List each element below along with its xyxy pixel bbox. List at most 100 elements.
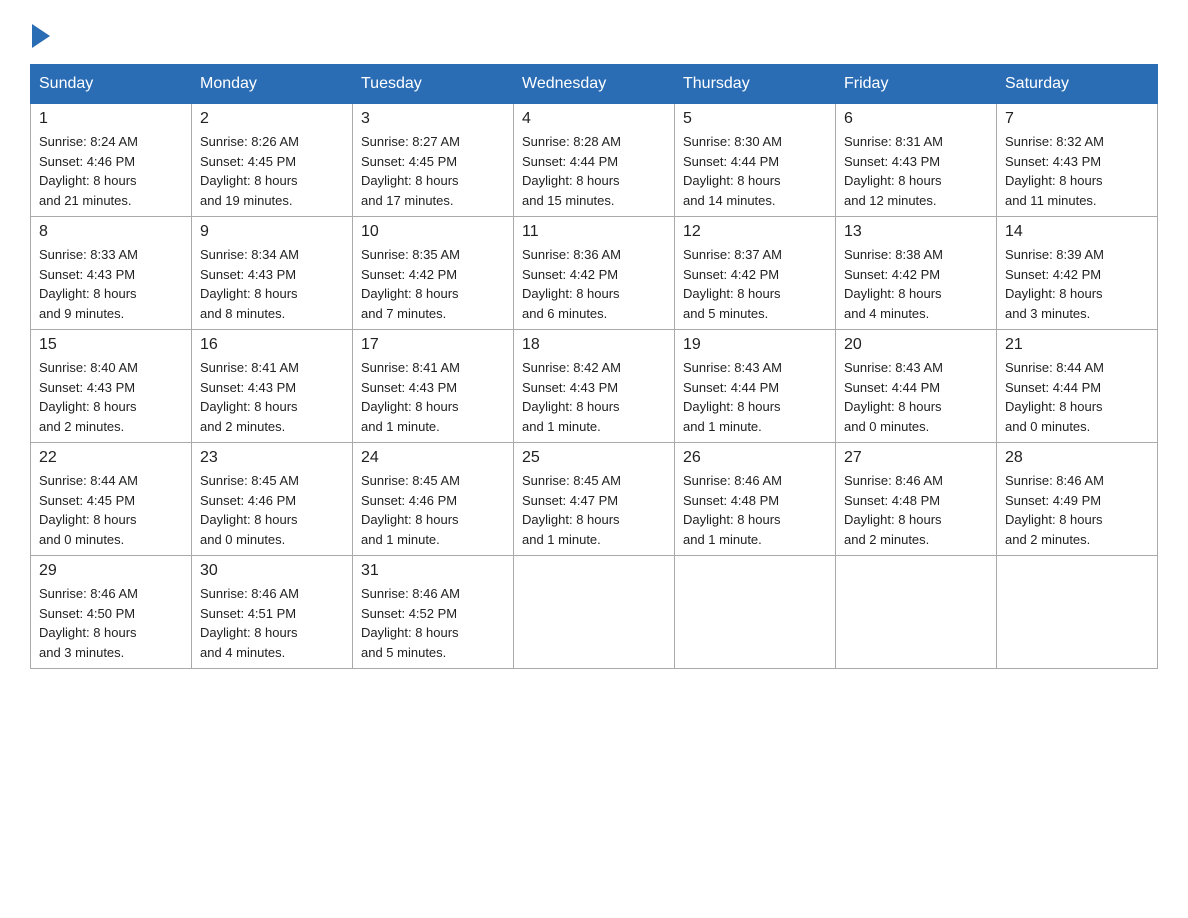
day-number: 22 [39, 449, 183, 467]
day-info: Sunrise: 8:44 AMSunset: 4:45 PMDaylight:… [39, 471, 183, 549]
calendar-cell: 22 Sunrise: 8:44 AMSunset: 4:45 PMDaylig… [31, 443, 192, 556]
calendar-cell: 14 Sunrise: 8:39 AMSunset: 4:42 PMDaylig… [997, 217, 1158, 330]
day-info: Sunrise: 8:42 AMSunset: 4:43 PMDaylight:… [522, 358, 666, 436]
day-info: Sunrise: 8:36 AMSunset: 4:42 PMDaylight:… [522, 245, 666, 323]
day-info: Sunrise: 8:30 AMSunset: 4:44 PMDaylight:… [683, 132, 827, 210]
day-number: 19 [683, 336, 827, 354]
day-number: 31 [361, 562, 505, 580]
day-number: 28 [1005, 449, 1149, 467]
day-of-week-header: Tuesday [353, 65, 514, 104]
day-number: 7 [1005, 110, 1149, 128]
calendar-cell [997, 556, 1158, 669]
logo-arrow-icon [32, 24, 50, 48]
calendar-cell: 7 Sunrise: 8:32 AMSunset: 4:43 PMDayligh… [997, 104, 1158, 217]
day-info: Sunrise: 8:41 AMSunset: 4:43 PMDaylight:… [200, 358, 344, 436]
day-info: Sunrise: 8:41 AMSunset: 4:43 PMDaylight:… [361, 358, 505, 436]
day-info: Sunrise: 8:32 AMSunset: 4:43 PMDaylight:… [1005, 132, 1149, 210]
day-of-week-header: Thursday [675, 65, 836, 104]
day-number: 14 [1005, 223, 1149, 241]
calendar-header-row: SundayMondayTuesdayWednesdayThursdayFrid… [31, 65, 1158, 104]
calendar-cell: 24 Sunrise: 8:45 AMSunset: 4:46 PMDaylig… [353, 443, 514, 556]
calendar-week-row: 1 Sunrise: 8:24 AMSunset: 4:46 PMDayligh… [31, 104, 1158, 217]
day-number: 17 [361, 336, 505, 354]
day-number: 15 [39, 336, 183, 354]
calendar-cell: 4 Sunrise: 8:28 AMSunset: 4:44 PMDayligh… [514, 104, 675, 217]
day-number: 11 [522, 223, 666, 241]
calendar-cell: 13 Sunrise: 8:38 AMSunset: 4:42 PMDaylig… [836, 217, 997, 330]
day-info: Sunrise: 8:31 AMSunset: 4:43 PMDaylight:… [844, 132, 988, 210]
day-number: 13 [844, 223, 988, 241]
day-number: 4 [522, 110, 666, 128]
day-info: Sunrise: 8:46 AMSunset: 4:49 PMDaylight:… [1005, 471, 1149, 549]
day-number: 2 [200, 110, 344, 128]
day-number: 3 [361, 110, 505, 128]
day-number: 12 [683, 223, 827, 241]
calendar-cell [836, 556, 997, 669]
calendar-cell: 29 Sunrise: 8:46 AMSunset: 4:50 PMDaylig… [31, 556, 192, 669]
calendar-cell: 25 Sunrise: 8:45 AMSunset: 4:47 PMDaylig… [514, 443, 675, 556]
calendar-cell: 20 Sunrise: 8:43 AMSunset: 4:44 PMDaylig… [836, 330, 997, 443]
calendar-cell: 18 Sunrise: 8:42 AMSunset: 4:43 PMDaylig… [514, 330, 675, 443]
calendar-cell: 17 Sunrise: 8:41 AMSunset: 4:43 PMDaylig… [353, 330, 514, 443]
day-info: Sunrise: 8:35 AMSunset: 4:42 PMDaylight:… [361, 245, 505, 323]
day-number: 24 [361, 449, 505, 467]
day-info: Sunrise: 8:43 AMSunset: 4:44 PMDaylight:… [844, 358, 988, 436]
day-info: Sunrise: 8:45 AMSunset: 4:46 PMDaylight:… [361, 471, 505, 549]
day-info: Sunrise: 8:44 AMSunset: 4:44 PMDaylight:… [1005, 358, 1149, 436]
day-info: Sunrise: 8:33 AMSunset: 4:43 PMDaylight:… [39, 245, 183, 323]
calendar-cell: 30 Sunrise: 8:46 AMSunset: 4:51 PMDaylig… [192, 556, 353, 669]
day-of-week-header: Wednesday [514, 65, 675, 104]
calendar-cell: 27 Sunrise: 8:46 AMSunset: 4:48 PMDaylig… [836, 443, 997, 556]
calendar-cell: 12 Sunrise: 8:37 AMSunset: 4:42 PMDaylig… [675, 217, 836, 330]
calendar-cell: 31 Sunrise: 8:46 AMSunset: 4:52 PMDaylig… [353, 556, 514, 669]
day-number: 10 [361, 223, 505, 241]
calendar-week-row: 29 Sunrise: 8:46 AMSunset: 4:50 PMDaylig… [31, 556, 1158, 669]
day-number: 8 [39, 223, 183, 241]
calendar-week-row: 8 Sunrise: 8:33 AMSunset: 4:43 PMDayligh… [31, 217, 1158, 330]
calendar-body: 1 Sunrise: 8:24 AMSunset: 4:46 PMDayligh… [31, 104, 1158, 669]
day-info: Sunrise: 8:43 AMSunset: 4:44 PMDaylight:… [683, 358, 827, 436]
day-info: Sunrise: 8:46 AMSunset: 4:48 PMDaylight:… [844, 471, 988, 549]
day-number: 9 [200, 223, 344, 241]
day-number: 30 [200, 562, 344, 580]
calendar-cell: 11 Sunrise: 8:36 AMSunset: 4:42 PMDaylig… [514, 217, 675, 330]
day-number: 26 [683, 449, 827, 467]
day-info: Sunrise: 8:26 AMSunset: 4:45 PMDaylight:… [200, 132, 344, 210]
day-number: 5 [683, 110, 827, 128]
day-info: Sunrise: 8:46 AMSunset: 4:48 PMDaylight:… [683, 471, 827, 549]
day-of-week-header: Saturday [997, 65, 1158, 104]
calendar-cell: 23 Sunrise: 8:45 AMSunset: 4:46 PMDaylig… [192, 443, 353, 556]
calendar-cell: 1 Sunrise: 8:24 AMSunset: 4:46 PMDayligh… [31, 104, 192, 217]
day-number: 27 [844, 449, 988, 467]
day-number: 6 [844, 110, 988, 128]
day-info: Sunrise: 8:39 AMSunset: 4:42 PMDaylight:… [1005, 245, 1149, 323]
calendar-cell: 5 Sunrise: 8:30 AMSunset: 4:44 PMDayligh… [675, 104, 836, 217]
calendar-cell: 2 Sunrise: 8:26 AMSunset: 4:45 PMDayligh… [192, 104, 353, 217]
day-number: 29 [39, 562, 183, 580]
page-header [30, 20, 1158, 44]
day-info: Sunrise: 8:46 AMSunset: 4:50 PMDaylight:… [39, 584, 183, 662]
calendar-cell: 15 Sunrise: 8:40 AMSunset: 4:43 PMDaylig… [31, 330, 192, 443]
calendar-cell [675, 556, 836, 669]
calendar-cell: 26 Sunrise: 8:46 AMSunset: 4:48 PMDaylig… [675, 443, 836, 556]
calendar-cell: 9 Sunrise: 8:34 AMSunset: 4:43 PMDayligh… [192, 217, 353, 330]
day-info: Sunrise: 8:24 AMSunset: 4:46 PMDaylight:… [39, 132, 183, 210]
calendar-cell: 19 Sunrise: 8:43 AMSunset: 4:44 PMDaylig… [675, 330, 836, 443]
calendar-week-row: 22 Sunrise: 8:44 AMSunset: 4:45 PMDaylig… [31, 443, 1158, 556]
day-info: Sunrise: 8:45 AMSunset: 4:46 PMDaylight:… [200, 471, 344, 549]
calendar-week-row: 15 Sunrise: 8:40 AMSunset: 4:43 PMDaylig… [31, 330, 1158, 443]
calendar-table: SundayMondayTuesdayWednesdayThursdayFrid… [30, 64, 1158, 669]
day-number: 23 [200, 449, 344, 467]
day-number: 21 [1005, 336, 1149, 354]
calendar-cell: 28 Sunrise: 8:46 AMSunset: 4:49 PMDaylig… [997, 443, 1158, 556]
day-info: Sunrise: 8:37 AMSunset: 4:42 PMDaylight:… [683, 245, 827, 323]
calendar-cell: 21 Sunrise: 8:44 AMSunset: 4:44 PMDaylig… [997, 330, 1158, 443]
day-info: Sunrise: 8:46 AMSunset: 4:52 PMDaylight:… [361, 584, 505, 662]
day-of-week-header: Friday [836, 65, 997, 104]
calendar-cell [514, 556, 675, 669]
day-number: 20 [844, 336, 988, 354]
logo [30, 20, 50, 44]
calendar-cell: 8 Sunrise: 8:33 AMSunset: 4:43 PMDayligh… [31, 217, 192, 330]
day-info: Sunrise: 8:45 AMSunset: 4:47 PMDaylight:… [522, 471, 666, 549]
day-of-week-header: Monday [192, 65, 353, 104]
